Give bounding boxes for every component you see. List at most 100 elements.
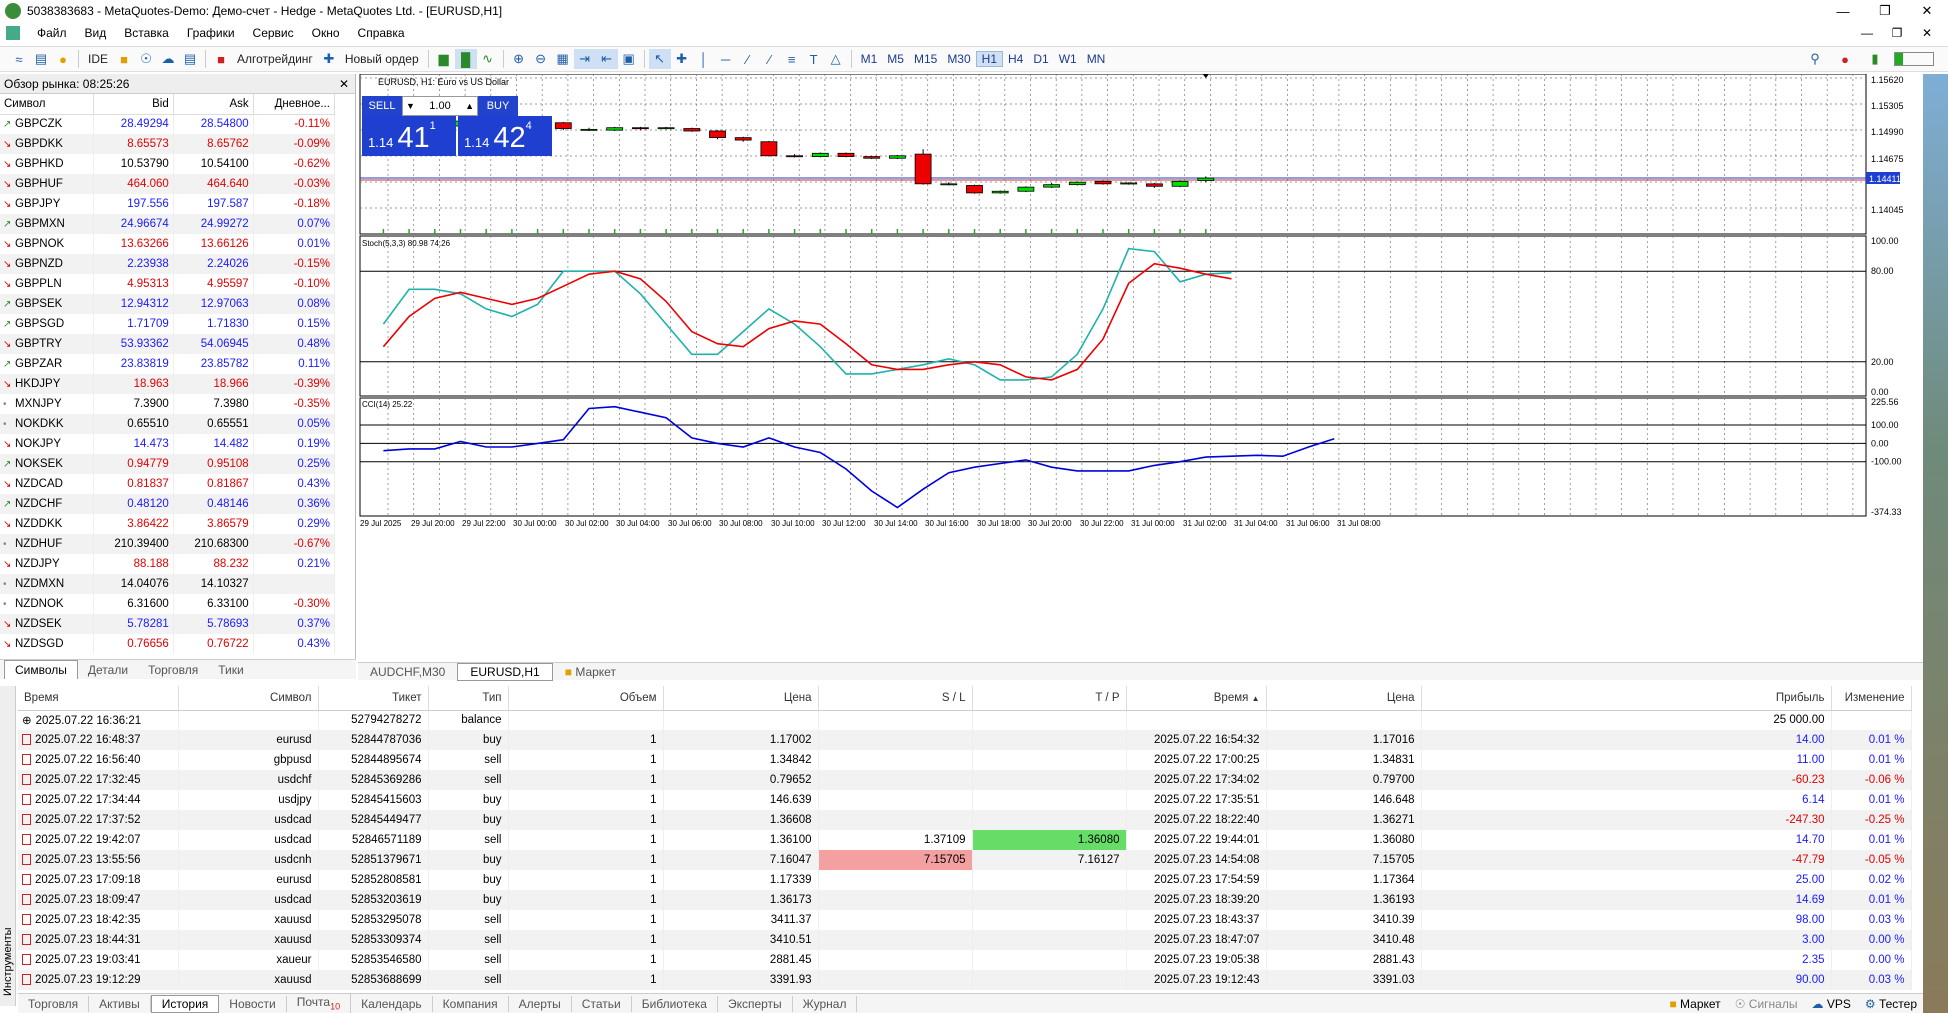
col-symbol[interactable]: Символ bbox=[178, 686, 319, 711]
coin-icon[interactable]: ● bbox=[52, 49, 74, 69]
algo-trading-icon[interactable]: ■ bbox=[210, 49, 232, 69]
zoom-out-icon[interactable]: ⊖ bbox=[530, 49, 552, 69]
tf-m30[interactable]: M30 bbox=[942, 52, 975, 66]
zoom-in-icon[interactable]: ⊕ bbox=[508, 49, 530, 69]
history-row[interactable]: 2025.07.23 18:42:35 xauusd 52853295078 s… bbox=[18, 910, 1912, 930]
col-sl[interactable]: S / L bbox=[818, 686, 973, 711]
market-watch-row[interactable]: • NOKDKK 0.65510 0.65551 0.05% bbox=[0, 414, 336, 434]
menu-insert[interactable]: Вставка bbox=[115, 26, 178, 40]
child-close-button[interactable]: ✕ bbox=[1912, 26, 1942, 40]
crosshair-icon[interactable]: ✚ bbox=[671, 49, 693, 69]
tab-trading[interactable]: Торговля bbox=[138, 661, 208, 679]
col-ask[interactable]: Ask bbox=[173, 94, 254, 115]
market-watch-row[interactable]: ↘ NOKJPY 14.473 14.482 0.19% bbox=[0, 434, 336, 454]
chart-shift-icon[interactable]: ⇤ bbox=[595, 49, 618, 69]
market-watch-row[interactable]: ↗ GBPZAR 23.83819 23.85782 0.11% bbox=[0, 354, 336, 374]
market-watch-row[interactable]: ↗ GBPMXN 24.96674 24.99272 0.07% bbox=[0, 214, 336, 234]
lock-icon[interactable]: ■ bbox=[113, 49, 135, 69]
history-row[interactable]: ⊕ 2025.07.22 16:36:21 52794278272 balance… bbox=[18, 710, 1912, 730]
history-row[interactable]: 2025.07.23 18:44:31 xauusd 52853309374 s… bbox=[18, 930, 1912, 950]
history-row[interactable]: 2025.07.23 17:09:18 eurusd 52852808581 b… bbox=[18, 870, 1912, 890]
signal-icon[interactable]: ☉ bbox=[135, 49, 157, 69]
chart-tab-audchf[interactable]: AUDCHF,M30 bbox=[358, 664, 457, 680]
market-watch-row[interactable]: ↘ NZDDKK 3.86422 3.86579 0.29% bbox=[0, 514, 336, 534]
market-link[interactable]: ■ Маркет bbox=[1669, 997, 1720, 1011]
col-bid[interactable]: Bid bbox=[93, 94, 174, 115]
tab-exposure[interactable]: Активы bbox=[89, 995, 151, 1012]
col-profit[interactable]: Прибыль bbox=[1421, 686, 1832, 711]
tab-alerts[interactable]: Алерты bbox=[509, 995, 572, 1012]
cloud-icon[interactable]: ☁ bbox=[157, 49, 179, 69]
tf-h4[interactable]: H4 bbox=[1003, 52, 1028, 66]
minimize-button[interactable]: — bbox=[1822, 0, 1864, 22]
market-watch-row[interactable]: ↘ NZDSEK 5.78281 5.78693 0.37% bbox=[0, 614, 336, 634]
tf-m5[interactable]: M5 bbox=[882, 52, 909, 66]
tab-trade[interactable]: Торговля bbox=[18, 995, 90, 1012]
bar-chart-icon[interactable]: ▆ bbox=[433, 49, 455, 69]
col-close-time[interactable]: Время ▲ bbox=[1126, 686, 1267, 711]
chart-type-icon[interactable]: ≈ bbox=[8, 49, 30, 69]
new-order-button[interactable]: Новый ордер bbox=[340, 49, 424, 69]
signals-link[interactable]: ☉ Сигналы bbox=[1735, 997, 1798, 1011]
channel-icon[interactable]: ∕ bbox=[759, 49, 781, 69]
notifications-icon[interactable]: ● bbox=[1834, 49, 1856, 69]
profiles-icon[interactable]: ▤ bbox=[30, 49, 52, 69]
market-watch-row[interactable]: ↘ GBPJPY 197.556 197.587 -0.18% bbox=[0, 194, 336, 214]
history-row[interactable]: 2025.07.23 13:55:56 usdcnh 52851379671 b… bbox=[18, 850, 1912, 870]
menu-file[interactable]: Файл bbox=[28, 26, 76, 40]
restore-button[interactable]: ❐ bbox=[1864, 0, 1906, 22]
history-row[interactable]: 2025.07.22 17:32:45 usdchf 52845369286 s… bbox=[18, 770, 1912, 790]
tab-articles[interactable]: Статьи bbox=[572, 995, 632, 1012]
market-watch-row[interactable]: ↘ GBPNZD 2.23938 2.24026 -0.15% bbox=[0, 254, 336, 274]
algo-trading-button[interactable]: Алготрейдинг bbox=[232, 49, 318, 69]
volume-field[interactable]: ▼ 1.00 ▲ bbox=[402, 96, 478, 116]
market-watch-row[interactable]: ↗ GBPCZK 28.49294 28.54800 -0.11% bbox=[0, 114, 336, 134]
col-daily-change[interactable]: Дневное... bbox=[253, 94, 336, 115]
tab-company[interactable]: Компания bbox=[433, 995, 509, 1012]
tf-m15[interactable]: M15 bbox=[909, 52, 942, 66]
menu-help[interactable]: Справка bbox=[349, 26, 414, 40]
market-watch-row[interactable]: ↘ GBPPLN 4.95313 4.95597 -0.10% bbox=[0, 274, 336, 294]
text-icon[interactable]: T bbox=[803, 49, 825, 69]
search-icon[interactable]: ⚲ bbox=[1804, 49, 1826, 69]
market-watch-row[interactable]: ↘ GBPDKK 8.65573 8.65762 -0.09% bbox=[0, 134, 336, 154]
line-chart-icon[interactable]: ∿ bbox=[477, 49, 499, 69]
menu-tools[interactable]: Сервис bbox=[244, 26, 303, 40]
screenshot-icon[interactable]: ▣ bbox=[618, 49, 640, 69]
tab-symbols[interactable]: Символы bbox=[4, 660, 78, 679]
history-row[interactable]: 2025.07.22 16:48:37 eurusd 52844787036 b… bbox=[18, 730, 1912, 750]
history-row[interactable]: 2025.07.22 17:37:52 usdcad 52845449477 b… bbox=[18, 810, 1912, 830]
col-price[interactable]: Цена bbox=[663, 686, 819, 711]
market-watch-row[interactable]: ↘ NZDSGD 0.76656 0.76722 0.43% bbox=[0, 634, 336, 654]
fibo-icon[interactable]: ≡ bbox=[781, 49, 803, 69]
tab-mailbox[interactable]: Почта10 bbox=[287, 994, 352, 1013]
autoscroll-icon[interactable]: ⇥ bbox=[573, 49, 596, 69]
sell-price[interactable]: 1.14 41 1 bbox=[362, 116, 456, 156]
market-watch-row[interactable]: ↘ NZDCAD 0.81837 0.81867 0.43% bbox=[0, 474, 336, 494]
shapes-icon[interactable]: △ bbox=[825, 49, 847, 69]
chart-tab-eurusd[interactable]: EURUSD,H1 bbox=[457, 662, 553, 681]
col-type[interactable]: Тип bbox=[428, 686, 509, 711]
menu-window[interactable]: Окно bbox=[303, 26, 349, 40]
tab-journal[interactable]: Журнал bbox=[793, 995, 858, 1012]
history-row[interactable]: 2025.07.22 16:56:40 gbpusd 52844895674 s… bbox=[18, 750, 1912, 770]
vps-icon[interactable]: ▤ bbox=[179, 49, 201, 69]
tf-m1[interactable]: M1 bbox=[856, 52, 883, 66]
market-watch-row[interactable]: • NZDHUF 210.39400 210.68300 -0.67% bbox=[0, 534, 336, 554]
market-watch-row[interactable]: ↘ GBPTRY 53.93362 54.06945 0.48% bbox=[0, 334, 336, 354]
tf-w1[interactable]: W1 bbox=[1054, 52, 1082, 66]
buy-button[interactable]: BUY bbox=[478, 96, 518, 116]
tf-h1[interactable]: H1 bbox=[975, 51, 1003, 67]
history-row[interactable]: 2025.07.23 19:03:41 xaueur 52853546580 s… bbox=[18, 950, 1912, 970]
child-restore-button[interactable]: ❐ bbox=[1882, 26, 1912, 40]
tab-news[interactable]: Новости bbox=[219, 995, 287, 1012]
market-watch-row[interactable]: ↘ GBPHKD 10.53790 10.54100 -0.62% bbox=[0, 154, 336, 174]
tab-calendar[interactable]: Календарь bbox=[351, 995, 433, 1012]
signal-strength-icon[interactable]: ▮ bbox=[1864, 49, 1886, 69]
market-watch-row[interactable]: ↗ NZDCHF 0.48120 0.48146 0.36% bbox=[0, 494, 336, 514]
vps-link[interactable]: ☁ VPS bbox=[1811, 997, 1850, 1011]
close-icon[interactable]: ✕ bbox=[339, 77, 349, 91]
col-tp[interactable]: T / P bbox=[972, 686, 1127, 711]
horizontal-line-icon[interactable]: ─ bbox=[715, 49, 737, 69]
tf-mn[interactable]: MN bbox=[1082, 52, 1111, 66]
